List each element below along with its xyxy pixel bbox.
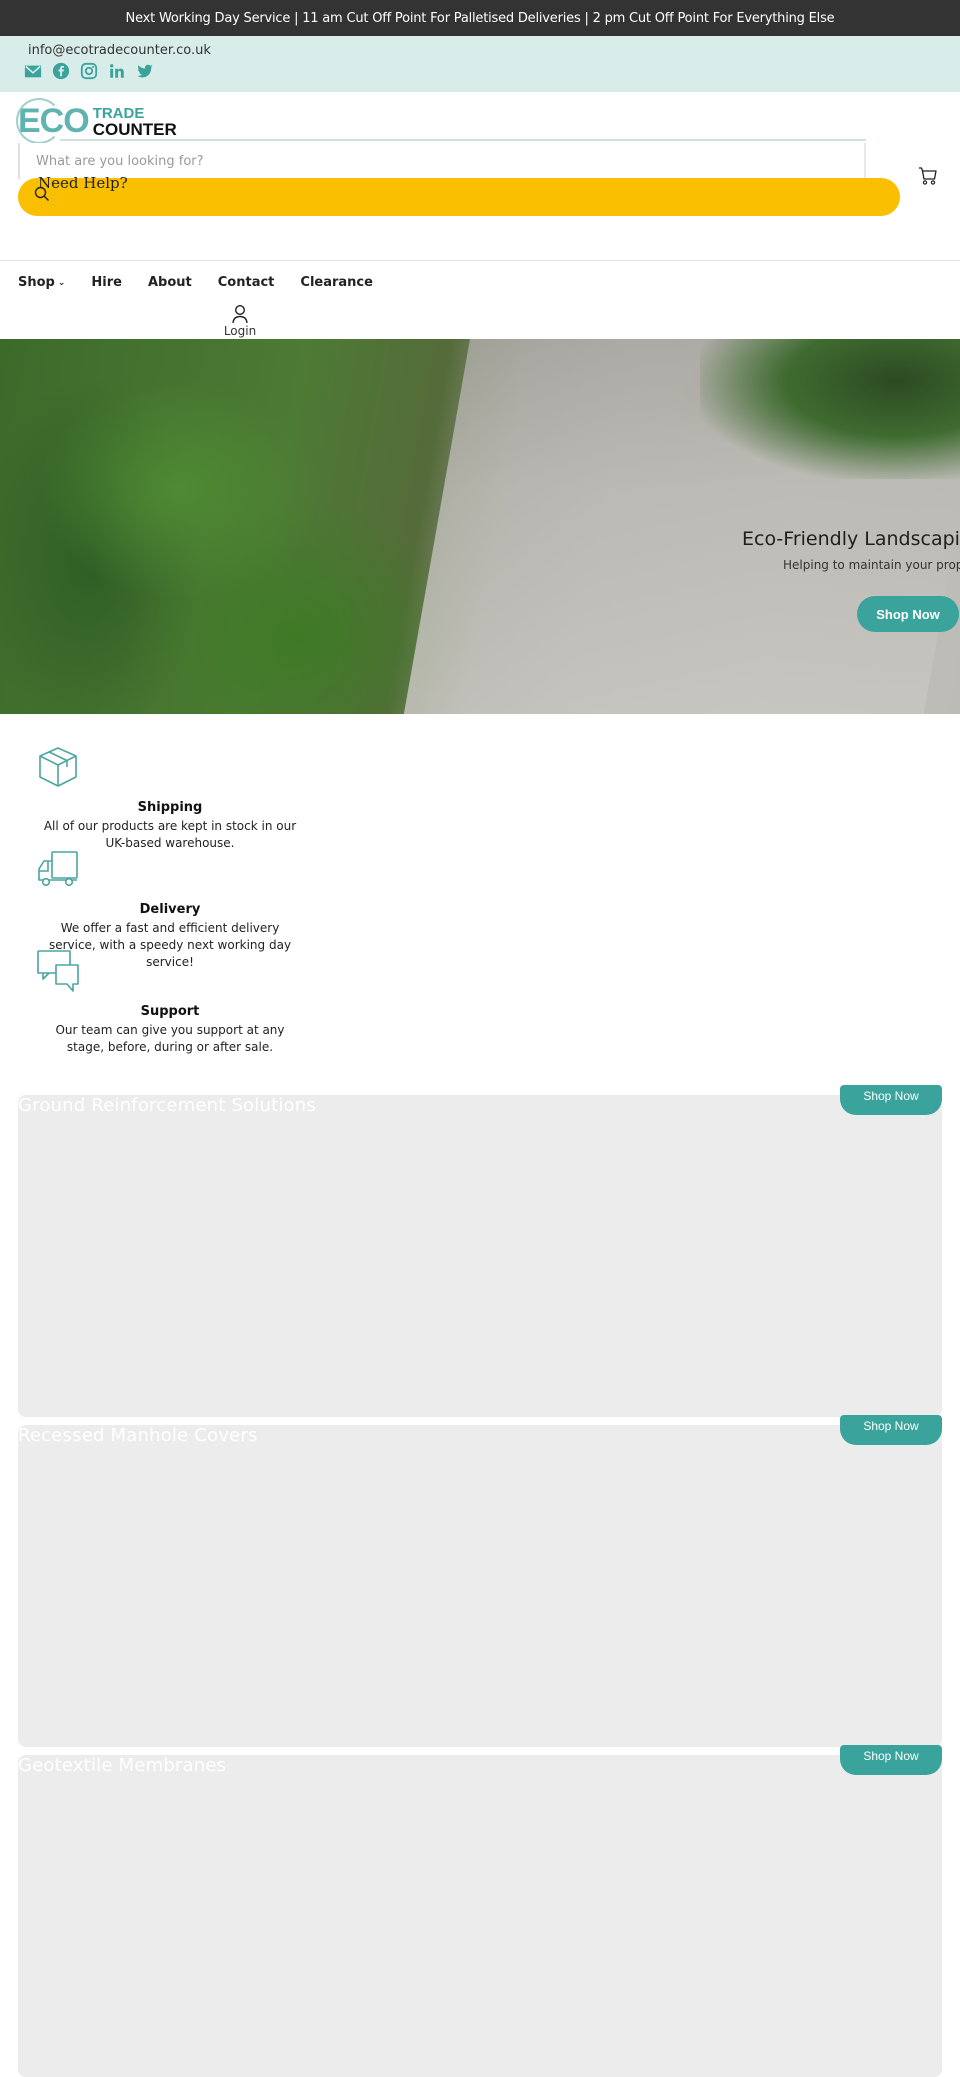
truck-icon bbox=[38, 851, 78, 887]
category-card-manhole-covers[interactable]: Recessed Manhole Covers Shop Now bbox=[18, 1415, 942, 1747]
hero-image-foliage bbox=[700, 339, 960, 479]
user-icon bbox=[232, 304, 248, 324]
nav-item-contact[interactable]: Contact bbox=[218, 275, 275, 290]
category-shop-now-button[interactable]: Shop Now bbox=[840, 1085, 942, 1115]
logo-counter: COUNTER bbox=[92, 119, 177, 139]
category-card-geotextile-membranes[interactable]: Geotextile Membranes Shop Now bbox=[18, 1745, 942, 2077]
social-links bbox=[24, 62, 154, 80]
need-help-bar[interactable]: Need Help? bbox=[18, 174, 900, 216]
hero-banner: Eco-Friendly Landscaping Helping to main… bbox=[0, 339, 960, 714]
nav-item-hire[interactable]: Hire bbox=[91, 275, 122, 290]
linkedin-icon[interactable] bbox=[108, 62, 126, 80]
announcement-bar: Next Working Day Service | 11 am Cut Off… bbox=[0, 0, 960, 36]
features-list: Shipping All of our products are kept in… bbox=[0, 745, 340, 1054]
feature-title: Delivery bbox=[139, 902, 201, 917]
login-link[interactable]: Login bbox=[208, 304, 272, 338]
feature-support: Support Our team can give you support at… bbox=[0, 949, 340, 1054]
feature-delivery: Delivery We offer a fast and efficient d… bbox=[0, 847, 340, 969]
twitter-icon[interactable] bbox=[136, 62, 154, 80]
search-input[interactable] bbox=[36, 143, 836, 179]
main-nav: Shop ⌄ Hire About Contact Clearance bbox=[18, 275, 399, 290]
category-title: Recessed Manhole Covers bbox=[18, 1425, 258, 1446]
chevron-down-icon: ⌄ bbox=[57, 277, 66, 288]
category-title: Ground Reinforcement Solutions bbox=[18, 1095, 316, 1116]
feature-shipping: Shipping All of our products are kept in… bbox=[0, 745, 340, 850]
category-card-ground-reinforcement[interactable]: Ground Reinforcement Solutions Shop Now bbox=[18, 1085, 942, 1417]
logo-eco: ECO bbox=[16, 98, 90, 144]
box-icon bbox=[39, 747, 77, 787]
chat-icon bbox=[37, 950, 79, 992]
cart-icon[interactable] bbox=[918, 166, 938, 186]
search-box bbox=[18, 143, 866, 179]
email-icon[interactable] bbox=[24, 62, 42, 80]
contact-email-link[interactable]: info@ecotradecounter.co.uk bbox=[28, 43, 211, 58]
nav-divider bbox=[0, 260, 960, 261]
logo-trade: TRADE bbox=[92, 104, 145, 122]
nav-item-about[interactable]: About bbox=[148, 275, 192, 290]
category-shop-now-button[interactable]: Shop Now bbox=[840, 1415, 942, 1445]
hero-title: Eco-Friendly Landscaping bbox=[742, 528, 960, 550]
logo-ring bbox=[16, 98, 62, 144]
contact-bar: info@ecotradecounter.co.uk bbox=[0, 36, 960, 92]
facebook-icon[interactable] bbox=[52, 62, 70, 80]
need-help-label: Need Help? bbox=[38, 174, 128, 192]
hero-subtitle: Helping to maintain your property bbox=[783, 558, 960, 572]
nav-shop-label: Shop bbox=[18, 275, 55, 290]
category-title: Geotextile Membranes bbox=[18, 1755, 227, 1776]
category-shop-now-button[interactable]: Shop Now bbox=[840, 1745, 942, 1775]
announcement-text: Next Working Day Service | 11 am Cut Off… bbox=[125, 10, 835, 26]
nav-item-shop[interactable]: Shop ⌄ bbox=[18, 275, 65, 290]
logo-words: TRADE COUNTER bbox=[93, 106, 177, 138]
nav-item-clearance[interactable]: Clearance bbox=[300, 275, 373, 290]
site-logo[interactable]: ECO TRADE COUNTER bbox=[16, 98, 177, 144]
feature-title: Support bbox=[140, 1004, 200, 1019]
login-label: Login bbox=[223, 324, 257, 338]
hero-shop-now-button[interactable]: Shop Now bbox=[857, 596, 959, 632]
feature-title: Shipping bbox=[137, 800, 203, 815]
search-divider bbox=[60, 139, 866, 141]
instagram-icon[interactable] bbox=[80, 62, 98, 80]
feature-desc: Our team can give you support at any sta… bbox=[55, 1023, 285, 1054]
